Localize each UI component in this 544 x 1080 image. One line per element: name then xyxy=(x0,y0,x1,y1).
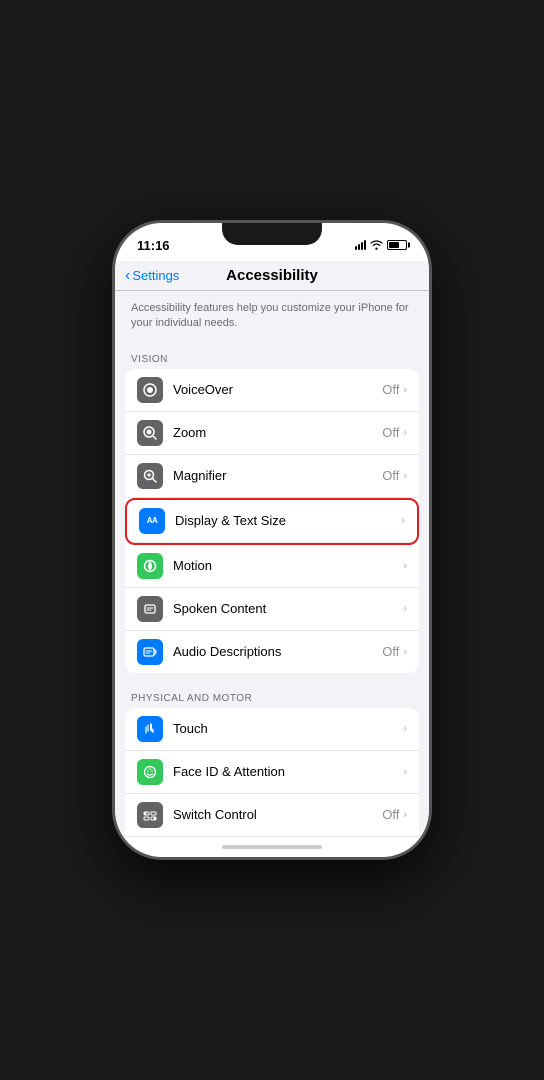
audio-descriptions-chevron-icon: › xyxy=(403,646,407,658)
status-time: 11:16 xyxy=(137,238,170,253)
battery-icon xyxy=(387,240,407,250)
spoken-content-icon xyxy=(137,596,163,622)
audio-descriptions-icon xyxy=(137,639,163,665)
nav-bar: ‹ Settings Accessibility xyxy=(115,261,429,291)
zoom-label: Zoom xyxy=(173,425,382,440)
display-text-size-label: Display & Text Size xyxy=(175,513,397,528)
audio-descriptions-item[interactable]: Audio Descriptions Off › xyxy=(125,631,419,673)
screen: 11:16 ‹ Settings Accessib xyxy=(115,223,429,857)
switch-control-icon xyxy=(137,802,163,828)
vision-section-header: VISION xyxy=(115,340,429,369)
back-chevron-icon: ‹ xyxy=(125,267,130,285)
magnifier-value: Off xyxy=(382,468,399,483)
voice-control-item[interactable]: Voice Control Off › xyxy=(125,837,419,839)
zoom-item[interactable]: Zoom Off › xyxy=(125,412,419,455)
home-bar xyxy=(222,845,322,849)
magnifier-label: Magnifier xyxy=(173,468,382,483)
physical-section-header: PHYSICAL AND MOTOR xyxy=(115,679,429,708)
touch-item[interactable]: Touch › xyxy=(125,708,419,751)
spoken-content-chevron-icon: › xyxy=(403,603,407,615)
touch-chevron-icon: › xyxy=(403,723,407,735)
switch-control-chevron-icon: › xyxy=(403,809,407,821)
voiceover-value: Off xyxy=(382,382,399,397)
audio-descriptions-label: Audio Descriptions xyxy=(173,644,382,659)
status-icons xyxy=(355,240,407,250)
magnifier-chevron-icon: › xyxy=(403,470,407,482)
spoken-content-label: Spoken Content xyxy=(173,601,399,616)
voiceover-item[interactable]: VoiceOver Off › xyxy=(125,369,419,412)
faceid-icon xyxy=(137,759,163,785)
vision-settings-list: VoiceOver Off › Zoom Off › xyxy=(125,369,419,673)
motion-chevron-icon: › xyxy=(403,560,407,572)
description-text: Accessibility features help you customiz… xyxy=(115,291,429,340)
wifi-icon xyxy=(370,240,383,250)
physical-settings-list: Touch › Face ID & Attention xyxy=(125,708,419,839)
touch-label: Touch xyxy=(173,721,399,736)
display-text-size-chevron-icon: › xyxy=(401,515,405,527)
voiceover-label: VoiceOver xyxy=(173,382,382,397)
page-title: Accessibility xyxy=(226,267,318,284)
switch-control-label: Switch Control xyxy=(173,807,382,822)
display-text-size-item[interactable]: AA Display & Text Size › xyxy=(127,500,417,543)
phone-shell: 11:16 ‹ Settings Accessib xyxy=(112,220,432,860)
status-bar: 11:16 xyxy=(115,223,429,261)
spoken-content-item[interactable]: Spoken Content › xyxy=(125,588,419,631)
faceid-label: Face ID & Attention xyxy=(173,764,399,779)
notch xyxy=(222,223,322,245)
voiceover-chevron-icon: › xyxy=(403,384,407,396)
faceid-chevron-icon: › xyxy=(403,766,407,778)
motion-label: Motion xyxy=(173,558,399,573)
touch-icon xyxy=(137,716,163,742)
faceid-item[interactable]: Face ID & Attention › xyxy=(125,751,419,794)
back-label: Settings xyxy=(132,268,179,283)
zoom-icon xyxy=(137,420,163,446)
audio-descriptions-value: Off xyxy=(382,644,399,659)
content-area: Accessibility features help you customiz… xyxy=(115,291,429,839)
motion-icon xyxy=(137,553,163,579)
back-button[interactable]: ‹ Settings xyxy=(125,267,179,285)
switch-control-item[interactable]: Switch Control Off › xyxy=(125,794,419,837)
voiceover-icon xyxy=(137,377,163,403)
switch-control-value: Off xyxy=(382,807,399,822)
zoom-value: Off xyxy=(382,425,399,440)
zoom-chevron-icon: › xyxy=(403,427,407,439)
home-indicator xyxy=(115,839,429,857)
display-text-size-icon: AA xyxy=(139,508,165,534)
magnifier-item[interactable]: Magnifier Off › xyxy=(125,455,419,498)
motion-item[interactable]: Motion › xyxy=(125,545,419,588)
signal-bars-icon xyxy=(355,240,366,250)
magnifier-icon xyxy=(137,463,163,489)
